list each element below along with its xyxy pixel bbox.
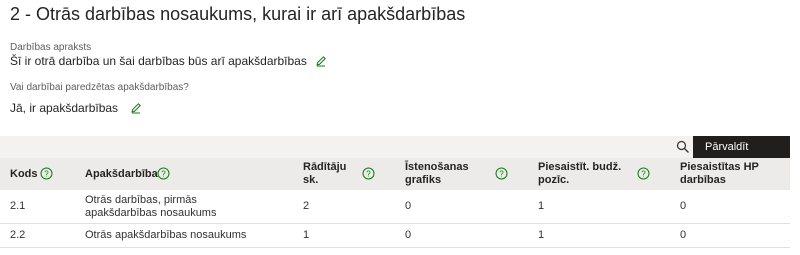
cell-hp-activities: 0 [680, 229, 687, 241]
subactivities-field: Jā, ir apakšdarbības [10, 101, 142, 115]
cell-budget: 1 [538, 229, 545, 241]
question-circle-icon[interactable]: ? [40, 167, 53, 180]
description-value: Šī ir otrā darbība un šai darbības būs a… [10, 54, 307, 68]
svg-text:?: ? [366, 170, 371, 179]
question-circle-icon[interactable]: ? [362, 167, 375, 180]
description-field: Šī ir otrā darbība un šai darbības būs a… [10, 54, 327, 68]
cell-schedule: 0 [405, 229, 412, 241]
svg-text:?: ? [641, 170, 646, 179]
column-header-indicators[interactable]: Rādītāju sk. [303, 158, 353, 190]
page-title: 2 - Otrās darbības nosaukums, kurai ir a… [10, 4, 466, 24]
column-header-code[interactable]: Kods [10, 158, 38, 190]
cell-indicators: 1 [303, 229, 310, 241]
search-icon[interactable] [676, 140, 690, 154]
subactivities-value: Jā, ir apakšdarbības [10, 101, 119, 115]
subactivities-table: Kods ? Apakšdarbība ? Rādītāju sk. ? Īst… [0, 158, 790, 248]
column-header-subactivity[interactable]: Apakšdarbība [85, 158, 158, 190]
question-circle-icon[interactable]: ? [495, 167, 508, 180]
cell-budget: 1 [538, 200, 545, 212]
question-circle-icon[interactable]: ? [637, 167, 650, 180]
svg-text:?: ? [44, 170, 49, 179]
cell-indicators: 2 [303, 200, 310, 212]
cell-subactivity: Otrās apakšdarbības nosaukums [85, 229, 247, 241]
question-circle-icon[interactable]: ? [157, 167, 170, 180]
svg-text:?: ? [161, 170, 166, 179]
cell-code: 2.2 [10, 229, 26, 241]
pencil-icon[interactable] [130, 102, 142, 114]
table-row[interactable]: 2.1 Otrās darbības, pirmās apakšdarbības… [0, 190, 790, 224]
table-row[interactable]: 2.2 Otrās apakšdarbības nosaukums 1 0 1 … [0, 224, 790, 248]
column-header-hp-activities[interactable]: Piesaistītas HP darbības [680, 158, 785, 190]
description-label: Darbības apraksts [10, 42, 92, 53]
subactivities-label: Vai darbībai paredzētas apakšdarbības? [10, 82, 189, 93]
manage-button[interactable]: Pārvaldīt [693, 136, 790, 158]
cell-code: 2.1 [10, 200, 26, 212]
pencil-icon[interactable] [315, 55, 327, 67]
cell-hp-activities: 0 [680, 200, 687, 212]
svg-text:?: ? [499, 170, 504, 179]
cell-subactivity: Otrās darbības, pirmās apakšdarbības nos… [85, 193, 217, 219]
table-header: Kods ? Apakšdarbība ? Rādītāju sk. ? Īst… [0, 158, 790, 190]
column-header-budget[interactable]: Piesaistīt. budž. pozīc. [538, 158, 628, 190]
column-header-schedule[interactable]: Īstenošanas grafiks [405, 158, 485, 190]
cell-schedule: 0 [405, 200, 412, 212]
table-toolbar [0, 136, 790, 158]
